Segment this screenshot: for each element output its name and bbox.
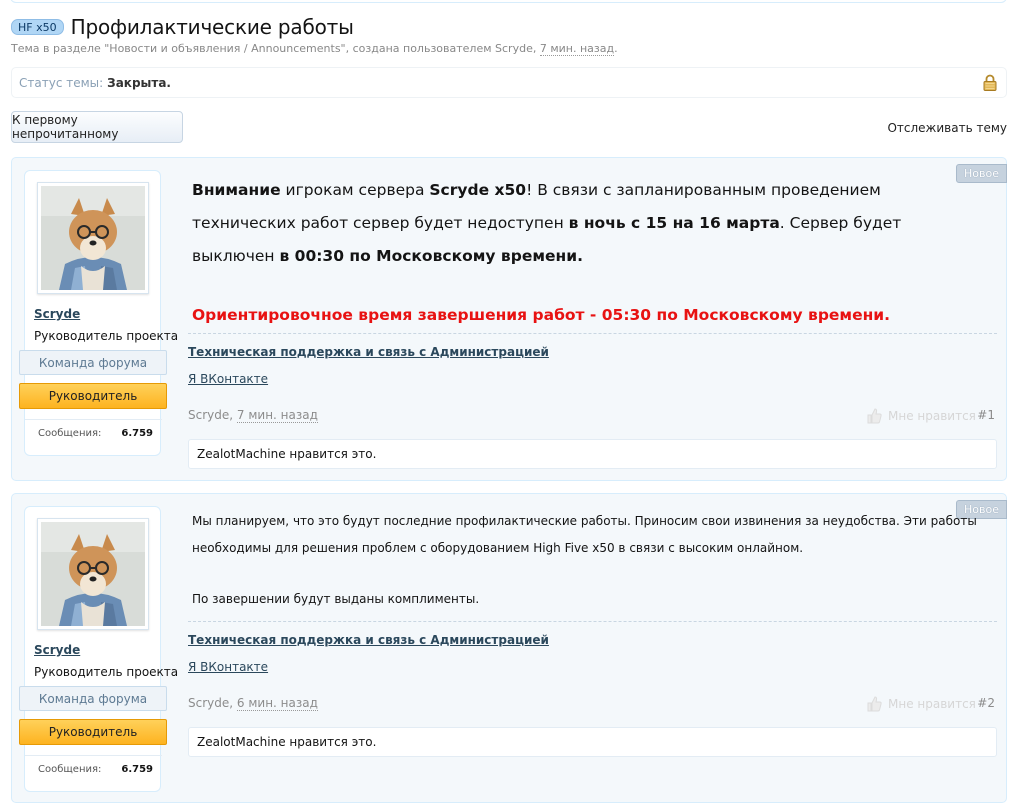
team-banner: Команда форума (19, 350, 167, 375)
post-meta: Scryde, 6 мин. назад (188, 696, 318, 711)
username-link[interactable]: Scryde (34, 307, 80, 321)
watch-thread-link[interactable]: Отслеживать тему (887, 121, 1007, 135)
avatar[interactable] (37, 518, 149, 630)
like-label: Мне нравится (888, 409, 976, 423)
like-button[interactable]: Мне нравится (866, 696, 976, 712)
post-author[interactable]: Scryde (188, 408, 229, 422)
stats-label: Сообщения: (38, 428, 102, 439)
lock-icon (983, 74, 997, 91)
page-title: Профилактические работы (70, 15, 354, 39)
description-end: . (614, 42, 618, 55)
avatar[interactable] (37, 182, 149, 294)
leader-banner: Руководитель (19, 383, 167, 409)
like-button[interactable]: Мне нравится (866, 408, 976, 424)
thread-status-bar: Статус темы: Закрыта. (11, 67, 1007, 98)
msg-text-1: игрокам сервера (280, 181, 430, 199)
signature-separator (188, 333, 997, 334)
team-banner: Команда форума (19, 686, 167, 711)
like-label: Мне нравится (888, 697, 976, 711)
likes-summary[interactable]: ZealotMachine нравится это. (188, 727, 997, 757)
stats-label: Сообщения: (38, 764, 102, 775)
message-body: Мы планируем, что это будут последние пр… (192, 508, 992, 613)
status-label: Статус темы: (19, 75, 104, 90)
avatar-image (41, 186, 145, 290)
msg-line-1: Мы планируем, что это будут последние пр… (192, 514, 977, 528)
post-1: Scryde Руководитель проекта Команда фору… (11, 157, 1007, 481)
signature-vk-link[interactable]: Я ВКонтакте (188, 372, 268, 386)
message-body: Внимание игрокам сервера Scryde x50! В с… (192, 174, 982, 332)
msg-bold-3: в ночь с 15 на 16 марта (568, 214, 780, 232)
signature-separator (188, 621, 997, 622)
user-info-panel: Scryde Руководитель проекта Команда фору… (19, 170, 178, 456)
thread-prefix[interactable]: HF x50 (11, 19, 64, 35)
user-info-panel: Scryde Руководитель проекта Команда фору… (19, 506, 178, 792)
username-link[interactable]: Scryde (34, 643, 80, 657)
post-2: Scryde Руководитель проекта Команда фору… (11, 493, 1007, 803)
signature-support-link[interactable]: Техническая поддержка и связь с Админист… (188, 345, 549, 359)
first-unread-button[interactable]: К первому непрочитанному (11, 111, 183, 143)
thread-title-row: HF x50 Профилактические работы (11, 14, 354, 40)
user-stats: Сообщения: 6.759 (25, 755, 162, 783)
user-stats: Сообщения: 6.759 (25, 419, 162, 447)
thumbs-up-icon (867, 696, 882, 712)
avatar-image (41, 522, 145, 626)
post-time[interactable]: 6 мин. назад (236, 696, 318, 711)
stats-value[interactable]: 6.759 (121, 428, 153, 439)
likes-summary[interactable]: ZealotMachine нравится это. (188, 439, 997, 469)
user-title: Руководитель проекта (34, 665, 179, 679)
description-text: Тема в разделе "Новости и объявления / A… (11, 42, 540, 55)
post-time[interactable]: 7 мин. назад (236, 408, 318, 423)
msg-red-notice: Ориентировочное время завершения работ -… (192, 306, 891, 324)
msg-bold-4: в 00:30 по Московскому времени. (279, 247, 583, 265)
previous-frame-edge (10, 0, 1007, 3)
post-number[interactable]: #1 (977, 408, 995, 422)
post-author[interactable]: Scryde (188, 696, 229, 710)
user-title: Руководитель проекта (34, 329, 179, 343)
msg-line-3: По завершении будут выданы комплименты. (192, 592, 480, 606)
thumbs-up-icon (867, 408, 882, 424)
msg-bold-1: Внимание (192, 181, 281, 199)
post-meta: Scryde, 7 мин. назад (188, 408, 318, 423)
thread-description: Тема в разделе "Новости и объявления / A… (11, 42, 618, 56)
stats-value[interactable]: 6.759 (121, 764, 153, 775)
msg-bold-2: Scryde x50 (429, 181, 527, 199)
post-number[interactable]: #2 (977, 696, 995, 710)
description-time: 7 мин. назад (539, 42, 615, 56)
leader-banner: Руководитель (19, 719, 167, 745)
status-value: Закрыта. (107, 75, 171, 90)
msg-line-2: необходимы для решения проблем с оборудо… (192, 541, 804, 555)
signature-vk-link[interactable]: Я ВКонтакте (188, 660, 268, 674)
signature-support-link[interactable]: Техническая поддержка и связь с Админист… (188, 633, 549, 647)
